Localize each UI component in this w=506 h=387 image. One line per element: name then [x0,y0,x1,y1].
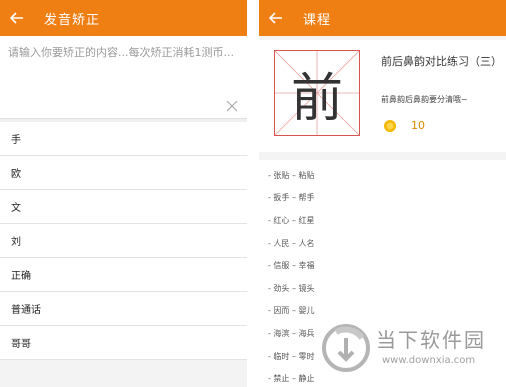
practice-character: 前 [290,68,343,129]
right-top-bar: 课程 [259,0,506,36]
course-description: 前鼻韵后鼻韵要分清哦~ [381,95,468,104]
word-pair-item[interactable]: - 人民 – 人名 [259,232,506,255]
word-pair-item[interactable]: - 劲头 – 镜头 [259,277,506,300]
coin-count: 10 [411,119,425,132]
back-arrow-icon[interactable] [259,12,293,24]
input-placeholder: 请输入你要矫正的内容...每次矫正消耗1测币... [8,46,234,59]
watermark-url: www.downxia.com [382,355,476,366]
word-list-item[interactable]: 欧 [0,156,247,190]
back-arrow-icon[interactable] [0,12,34,24]
pronunciation-correction-screen: 发音矫正 请输入你要矫正的内容...每次矫正消耗1测币... 手欧文刘正确 普通话… [0,0,247,387]
course-title: 前后鼻韵对比练习（三） [381,55,502,68]
word-list-item[interactable]: 哥哥 [0,326,247,360]
coin-icon [383,118,397,137]
page-title: 课程 [303,12,332,28]
course-card[interactable]: 前 前后鼻韵对比练习（三） 前鼻韵后鼻韵要分清哦~ 10 [259,40,506,152]
word-list-item[interactable]: 文 [0,190,247,224]
watermark-brand: 当下软件园 [376,328,486,352]
word-list-item[interactable]: 刘 [0,224,247,258]
word-pair-item[interactable]: - 信服 – 幸福 [259,254,506,277]
word-pair-item[interactable]: - 张贴 – 粘贴 [259,164,506,187]
page-title: 发音矫正 [44,12,101,28]
word-list-item[interactable]: 正确 [0,258,247,292]
watermark-logo [322,322,370,378]
word-list-item[interactable]: 普通话 [0,292,247,326]
word-pair-item[interactable]: - 红心 – 红星 [259,209,506,232]
word-pair-item[interactable]: - 扳手 – 帮手 [259,187,506,210]
watermark: 当下软件园 www.downxia.com [308,318,506,387]
left-top-bar: 发音矫正 [0,0,247,36]
history-word-list: 手欧文刘正确 普通话 哥哥 [0,122,247,360]
character-grid: 前 [274,50,360,136]
clear-icon[interactable] [225,98,239,112]
word-list-item[interactable]: 手 [0,122,247,156]
correction-input[interactable]: 请输入你要矫正的内容...每次矫正消耗1测币... [0,36,247,119]
